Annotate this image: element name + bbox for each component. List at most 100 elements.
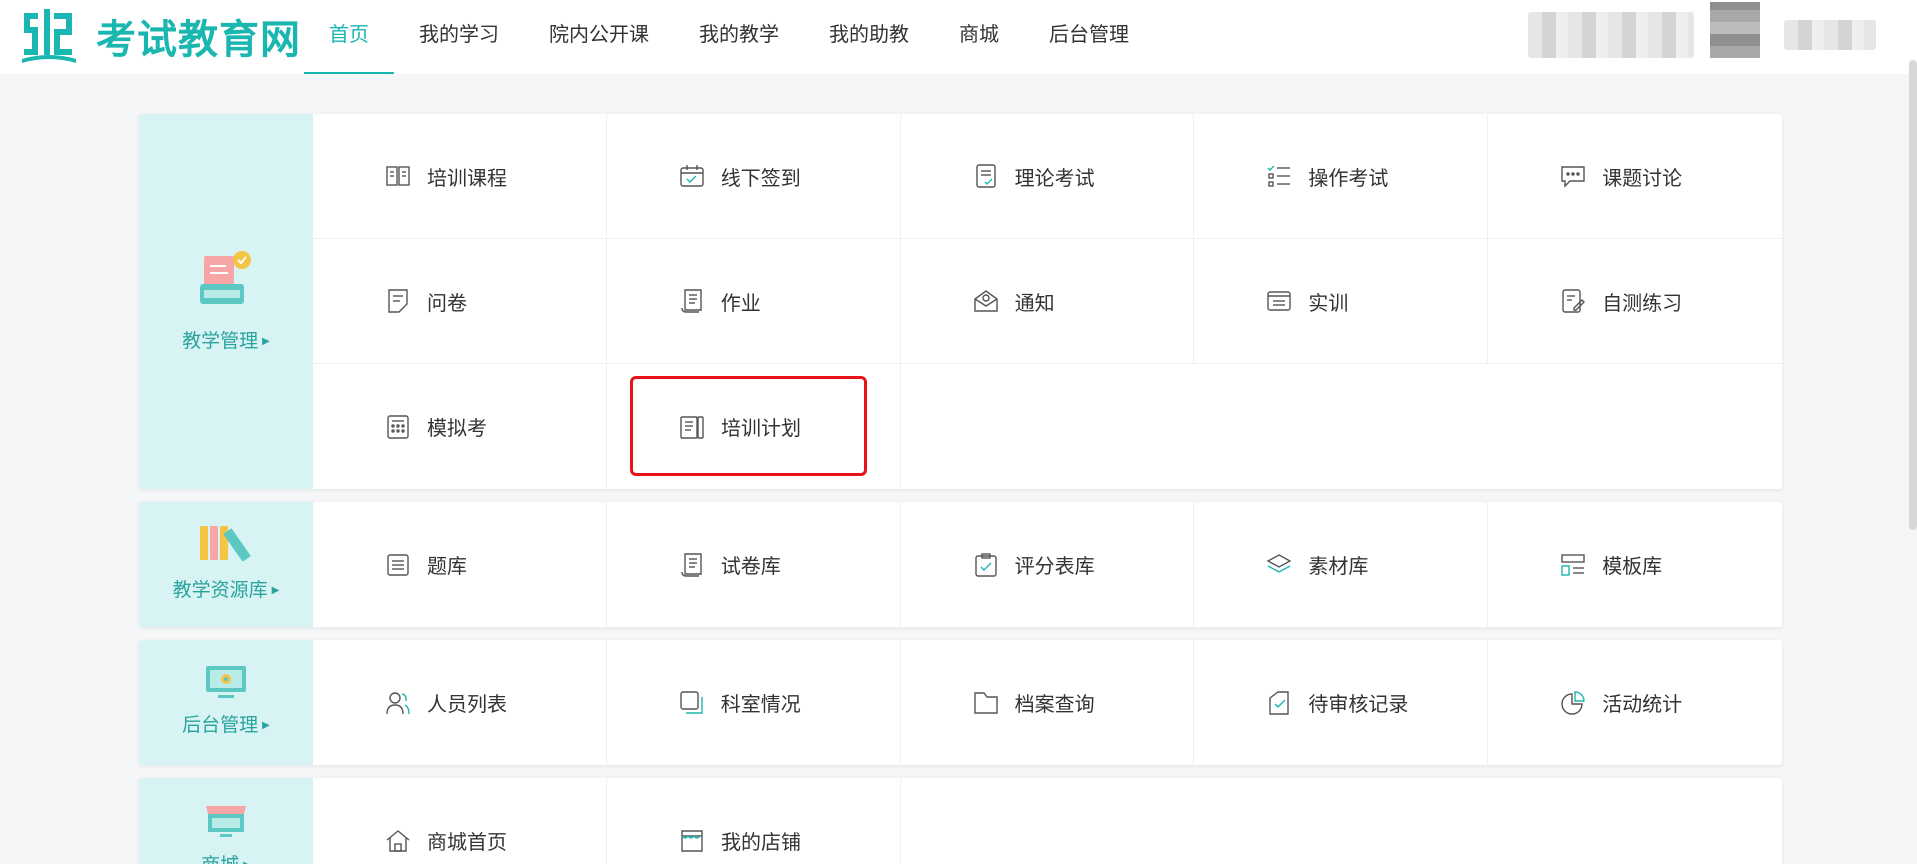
- menu-item-training-plan[interactable]: 培训计划: [607, 364, 901, 489]
- menu-row: 问卷 作业 通知 实训 自测练习: [313, 239, 1782, 364]
- page-scrollbar[interactable]: [1909, 60, 1917, 530]
- menu-item-question-bank[interactable]: 题库: [313, 502, 607, 627]
- menu-item-label: 实训: [1308, 290, 1349, 315]
- menu-item-label: 待审核记录: [1308, 692, 1409, 716]
- menu-item-questionnaire[interactable]: 问卷: [313, 239, 607, 363]
- paper-scroll-icon: [681, 552, 702, 577]
- section-grid: 人员列表 科室情况 档案查询 待审核记录 活动统计: [313, 640, 1782, 765]
- section-title-text: 商城: [201, 854, 239, 864]
- section-side-panel: 商城 ▶: [139, 778, 313, 864]
- menu-item-scoring-sheet-bank[interactable]: 评分表库: [901, 502, 1195, 627]
- menu-item-label: 自测练习: [1602, 290, 1683, 315]
- menu-item-label: 活动统计: [1602, 692, 1683, 716]
- list-doc-icon: [387, 553, 409, 576]
- menu-item-paper-bank[interactable]: 试卷库: [607, 502, 901, 627]
- menu-item-label: 线下签到: [720, 165, 801, 190]
- layers-icon: [1266, 553, 1292, 573]
- menu-item-label: 商城首页: [427, 830, 507, 854]
- section-grid: 培训课程 线下签到 理论考试 操作考试 课题讨论 问卷 作业 通知 实训 自测练…: [313, 114, 1782, 489]
- menu-item-department-status[interactable]: 科室情况: [607, 640, 901, 765]
- site-logo[interactable]: 考试教育网: [18, 5, 301, 67]
- menu-item-label: 模板库: [1602, 554, 1663, 578]
- menu-item-topic-discussion[interactable]: 课题讨论: [1488, 114, 1782, 238]
- menu-item-label: 课题讨论: [1602, 165, 1683, 190]
- user-info-blurred[interactable]: [1528, 12, 1694, 58]
- section-teaching-resources: 教学资源库 ▶ 题库 试卷库 评分表库 素材库 模板库: [139, 502, 1782, 627]
- shop-stall-icon: [206, 806, 246, 837]
- nav-admin[interactable]: 后台管理: [1024, 0, 1154, 74]
- menu-item-practical-training[interactable]: 实训: [1194, 239, 1489, 363]
- section-grid: 商城首页 我的店铺: [313, 778, 1782, 864]
- nav-my-learning[interactable]: 我的学习: [394, 0, 524, 74]
- teaching-management-icon: [200, 251, 251, 304]
- section-title[interactable]: 商城 ▶: [139, 850, 313, 864]
- menu-item-label: 试卷库: [720, 554, 781, 578]
- menu-item-template-bank[interactable]: 模板库: [1488, 502, 1782, 627]
- nav-home[interactable]: 首页: [304, 0, 394, 74]
- section-title-text: 教学资源库: [172, 579, 268, 601]
- copy-square-icon: [680, 690, 703, 714]
- menu-item-label: 我的店铺: [721, 830, 801, 854]
- section-title[interactable]: 教学资源库 ▶: [139, 575, 313, 602]
- menu-item-pending-review-records[interactable]: 待审核记录: [1194, 640, 1489, 765]
- book-open-icon: [386, 166, 410, 186]
- template-icon: [1561, 553, 1585, 576]
- menu-item-staff-list[interactable]: 人员列表: [313, 640, 607, 765]
- nav-my-assistant[interactable]: 我的助教: [804, 0, 934, 74]
- logo-mark-icon: [22, 9, 76, 63]
- user-menu-blurred[interactable]: [1784, 20, 1876, 50]
- menu-item-label: 人员列表: [427, 692, 507, 716]
- menu-row: 人员列表 科室情况 档案查询 待审核记录 活动统计: [313, 640, 1782, 765]
- menu-item-homework[interactable]: 作业: [607, 239, 901, 363]
- section-title[interactable]: 后台管理 ▶: [139, 710, 313, 737]
- nav-my-teaching[interactable]: 我的教学: [674, 0, 804, 74]
- caret-right-icon: ▶: [271, 585, 280, 596]
- logo-text: 考试教育网: [96, 17, 301, 63]
- menu-item-label: 档案查询: [1014, 692, 1095, 716]
- menu-item-label: 素材库: [1308, 554, 1369, 578]
- caret-right-icon: ▶: [243, 860, 251, 864]
- menu-item-label: 题库: [427, 554, 467, 578]
- empty-cell: [901, 778, 1195, 864]
- menu-item-activity-statistics[interactable]: 活动统计: [1488, 640, 1782, 765]
- menu-item-shop-home[interactable]: 商城首页: [313, 778, 607, 864]
- menu-item-label: 科室情况: [720, 692, 801, 716]
- caret-right-icon: ▶: [262, 720, 270, 731]
- menu-item-label: 操作考试: [1308, 165, 1389, 190]
- section-grid: 题库 试卷库 评分表库 素材库 模板库: [313, 502, 1782, 627]
- menu-item-training-courses[interactable]: 培训课程: [313, 114, 607, 238]
- section-title-text: 教学管理: [182, 330, 259, 352]
- menu-row: 商城首页 我的店铺: [313, 778, 1782, 864]
- menu-item-notice[interactable]: 通知: [901, 239, 1195, 363]
- menu-item-my-store[interactable]: 我的店铺: [607, 778, 901, 864]
- chat-bubble-icon: [1561, 166, 1585, 188]
- nav-shop[interactable]: 商城: [934, 0, 1024, 74]
- menu-item-label: 模拟考: [427, 416, 487, 440]
- menu-item-label: 作业: [720, 290, 761, 315]
- section-side-panel: 教学管理 ▶: [139, 114, 313, 489]
- home-icon: [386, 829, 410, 852]
- plan-book-icon: [680, 415, 704, 439]
- menu-item-mock-exam[interactable]: 模拟考: [313, 364, 607, 489]
- top-header: 考试教育网 首页 我的学习 院内公开课 我的教学 我的助教 商城 后台管理: [0, 0, 1917, 74]
- section-title[interactable]: 教学管理 ▶: [139, 326, 313, 353]
- calendar-check-icon: [680, 165, 704, 187]
- menu-item-archive-query[interactable]: 档案查询: [901, 640, 1195, 765]
- menu-item-material-bank[interactable]: 素材库: [1194, 502, 1489, 627]
- menu-item-theory-exam[interactable]: 理论考试: [901, 114, 1195, 238]
- avatar[interactable]: [1710, 2, 1760, 58]
- clipboard-check-icon: [974, 552, 997, 577]
- document-check-icon: [975, 164, 996, 188]
- folder-icon: [973, 691, 998, 714]
- section-teaching-management: 教学管理 ▶ 培训课程 线下签到 理论考试 操作考试 课题讨论 问卷 作业 通知…: [139, 114, 1782, 489]
- envelope-open-icon: [973, 290, 998, 312]
- menu-item-label: 问卷: [427, 290, 467, 315]
- pending-check-icon: [1269, 690, 1290, 715]
- menu-item-label: 培训课程: [427, 165, 507, 190]
- menu-row: 题库 试卷库 评分表库 素材库 模板库: [313, 502, 1782, 627]
- menu-item-self-test[interactable]: 自测练习: [1488, 239, 1782, 363]
- menu-item-offline-checkin[interactable]: 线下签到: [607, 114, 901, 238]
- nav-open-courses[interactable]: 院内公开课: [524, 0, 674, 74]
- section-side-panel: 教学资源库 ▶: [139, 502, 313, 627]
- menu-item-practical-exam[interactable]: 操作考试: [1194, 114, 1489, 238]
